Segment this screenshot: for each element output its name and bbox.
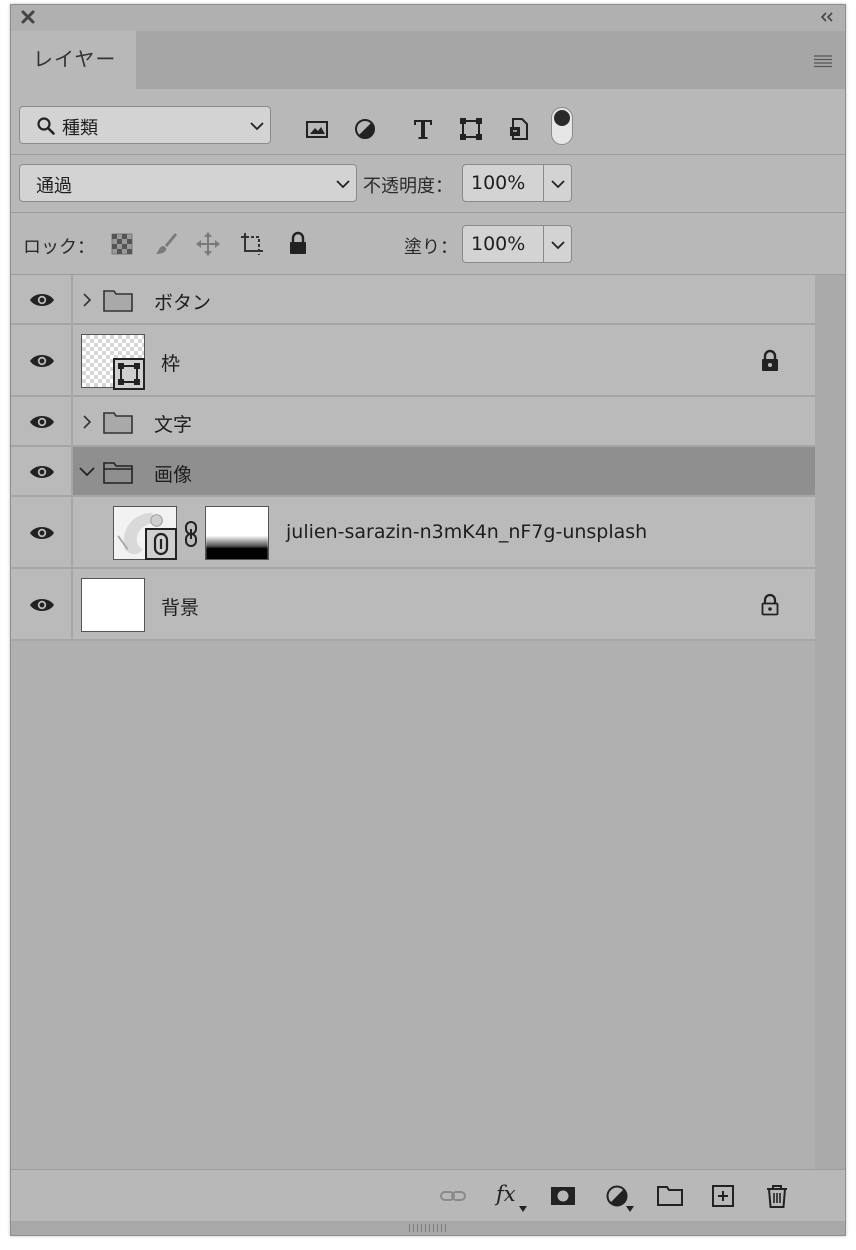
- visibility-column: [11, 275, 73, 323]
- lock-icon[interactable]: [759, 349, 781, 373]
- toggle-knob: [554, 110, 570, 126]
- fill-label: 塗り：: [404, 237, 458, 258]
- lock-image-pixels-icon[interactable]: [153, 231, 179, 257]
- blend-row: 通過 不透明度： 100%: [11, 155, 845, 213]
- smart-object-badge-icon: [145, 528, 177, 560]
- folder-icon: [103, 290, 133, 312]
- blend-mode-select[interactable]: 通過: [19, 164, 357, 202]
- layer-name: julien-sarazin-n3mK4n_nF7g-unsplash: [286, 521, 648, 543]
- new-group-icon[interactable]: [656, 1182, 684, 1210]
- layer-name: 画像: [154, 464, 193, 486]
- close-icon[interactable]: [21, 10, 35, 24]
- add-mask-icon[interactable]: [549, 1182, 577, 1210]
- layer-row[interactable]: 文字: [11, 397, 815, 447]
- blend-mode-value: 通過: [36, 176, 72, 197]
- layers-panel: レイヤー 種類 通過 不透明度： 100% ロック： 塗り： 100% ボタン …: [10, 4, 846, 1236]
- eye-icon[interactable]: [28, 413, 56, 431]
- visibility-column: [11, 497, 73, 567]
- grip-lines: [409, 1224, 447, 1232]
- layer-name: 枠: [161, 353, 181, 375]
- lock-label: ロック：: [23, 237, 95, 258]
- filter-kind-select[interactable]: 種類: [19, 106, 271, 144]
- chevron-down-icon[interactable]: [79, 465, 95, 479]
- eye-icon[interactable]: [28, 524, 56, 542]
- type-layer-filter-icon[interactable]: [411, 117, 435, 141]
- visibility-column: [11, 397, 73, 445]
- panel-tab-row: レイヤー: [11, 31, 845, 89]
- chevron-down-icon[interactable]: [551, 179, 565, 189]
- eye-icon[interactable]: [28, 291, 56, 309]
- layer-name: 背景: [161, 597, 200, 619]
- layer-list-scrollbar[interactable]: [815, 275, 845, 1169]
- layer-filter-row: 種類: [11, 89, 845, 155]
- layer-mask-thumbnail[interactable]: [205, 506, 269, 560]
- resize-grip[interactable]: [11, 1221, 845, 1235]
- mask-link-icon[interactable]: [183, 521, 199, 547]
- chevron-right-icon[interactable]: [81, 415, 93, 429]
- chevron-down-icon: [336, 180, 350, 189]
- visibility-column: [11, 569, 73, 639]
- folder-open-icon: [103, 462, 133, 484]
- chevron-right-icon[interactable]: [81, 293, 93, 307]
- dropdown-triangle-icon: [519, 1206, 527, 1212]
- opacity-field[interactable]: 100%: [462, 164, 572, 202]
- layer-name: 文字: [154, 414, 193, 436]
- delete-layer-icon[interactable]: [763, 1182, 791, 1210]
- filter-kind-label: 種類: [62, 118, 98, 139]
- lock-all-icon[interactable]: [285, 231, 311, 257]
- layer-row[interactable]: ボタン: [11, 275, 815, 325]
- visibility-column: [11, 325, 73, 395]
- dropdown-triangle-icon: [626, 1206, 634, 1212]
- eye-icon[interactable]: [28, 463, 56, 481]
- layer-thumbnail[interactable]: [81, 578, 145, 632]
- fill-field[interactable]: 100%: [462, 225, 572, 263]
- fx-icon[interactable]: fx: [496, 1182, 516, 1206]
- lock-transparent-pixels-icon[interactable]: [109, 231, 135, 257]
- shape-badge-icon: [113, 358, 145, 390]
- folder-icon: [103, 412, 133, 434]
- eye-icon[interactable]: [28, 596, 56, 614]
- filter-toggle-switch[interactable]: [551, 107, 573, 145]
- lock-icon[interactable]: [759, 593, 781, 617]
- eye-icon[interactable]: [28, 352, 56, 370]
- tab-layers[interactable]: レイヤー: [11, 31, 136, 89]
- panel-titlebar: [11, 5, 845, 31]
- lock-row: ロック： 塗り： 100%: [11, 213, 845, 275]
- collapse-panel-icon[interactable]: [819, 10, 835, 24]
- new-layer-icon[interactable]: [709, 1182, 737, 1210]
- lock-artboard-icon[interactable]: [239, 231, 265, 257]
- smart-object-filter-icon[interactable]: [507, 117, 531, 141]
- opacity-label: 不透明度：: [363, 176, 453, 197]
- fill-value[interactable]: 100%: [471, 233, 525, 255]
- layer-row-selected[interactable]: 画像: [11, 447, 815, 497]
- shape-layer-filter-icon[interactable]: [459, 117, 483, 141]
- lock-position-icon[interactable]: [195, 231, 221, 257]
- chevron-down-icon[interactable]: [551, 240, 565, 250]
- layer-row[interactable]: 背景: [11, 569, 815, 641]
- layer-name: ボタン: [154, 292, 212, 314]
- pixel-layer-filter-icon[interactable]: [305, 117, 329, 141]
- chevron-down-icon: [250, 122, 264, 131]
- visibility-column: [11, 447, 73, 495]
- layer-row[interactable]: 枠: [11, 325, 815, 397]
- layer-list: ボタン 枠 文字 画像 julien-sarazin-n3mK4n_nF7g-u…: [11, 275, 815, 1169]
- panel-menu-icon[interactable]: [813, 54, 833, 68]
- layer-row[interactable]: julien-sarazin-n3mK4n_nF7g-unsplash: [11, 497, 815, 569]
- opacity-value[interactable]: 100%: [471, 172, 525, 194]
- layers-bottom-toolbar: fx: [11, 1169, 845, 1221]
- adjustment-layer-filter-icon[interactable]: [353, 117, 377, 141]
- link-layers-icon[interactable]: [439, 1182, 467, 1210]
- search-icon: [37, 117, 55, 135]
